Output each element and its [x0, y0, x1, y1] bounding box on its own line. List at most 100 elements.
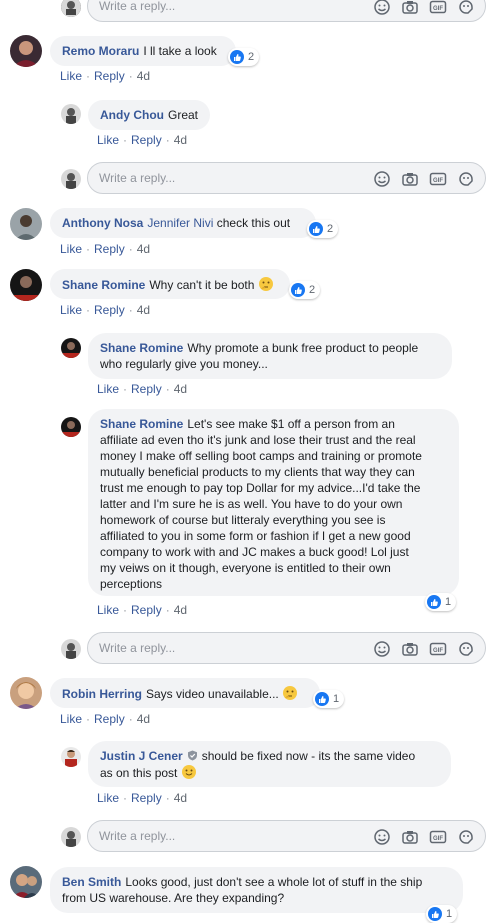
comment-author[interactable]: Remo Moraru — [62, 44, 139, 58]
comment-author[interactable]: Anthony Nosa — [62, 216, 143, 230]
thinking-emoji-icon — [282, 685, 298, 701]
avatar[interactable] — [61, 747, 81, 767]
reaction-count[interactable]: 1 — [425, 593, 457, 611]
reply-input[interactable]: Write a reply... GIF — [87, 632, 486, 664]
my-avatar — [61, 169, 81, 189]
like-link[interactable]: Like — [60, 242, 82, 256]
comment-text: from US warehouse. Are they expanding? — [62, 891, 285, 905]
timestamp[interactable]: 4d — [137, 242, 150, 256]
reaction-number: 2 — [309, 284, 316, 296]
camera-icon[interactable] — [401, 0, 419, 16]
comment-author[interactable]: Andy Chou — [100, 108, 164, 122]
comment-text: Says video unavailable... — [146, 687, 279, 701]
my-avatar — [61, 0, 81, 17]
like-link[interactable]: Like — [60, 712, 82, 726]
like-link[interactable]: Like — [60, 69, 82, 83]
gif-icon[interactable]: GIF — [429, 828, 447, 846]
comment-actions: Like · Reply · 4d — [97, 382, 188, 396]
like-link[interactable]: Like — [97, 603, 119, 617]
reaction-count[interactable]: 2 — [228, 48, 260, 66]
avatar[interactable] — [10, 269, 42, 301]
avatar[interactable] — [10, 677, 42, 709]
reaction-count[interactable]: 2 — [289, 281, 321, 299]
reply-input[interactable]: Write a reply... GIF — [87, 162, 486, 194]
reply-link[interactable]: Reply — [131, 382, 162, 396]
like-icon — [230, 50, 244, 64]
gif-icon[interactable]: GIF — [429, 0, 447, 16]
camera-icon[interactable] — [401, 170, 419, 188]
reply-link[interactable]: Reply — [131, 791, 162, 805]
comment-actions: Like · Reply · 4d — [97, 791, 188, 805]
reaction-number: 1 — [446, 908, 453, 920]
reply-link[interactable]: Reply — [94, 242, 125, 256]
timestamp[interactable]: 4d — [137, 69, 150, 83]
like-link[interactable]: Like — [97, 133, 119, 147]
mention-link[interactable]: Jennifer Nivi — [147, 216, 213, 230]
camera-icon[interactable] — [401, 828, 419, 846]
timestamp[interactable]: 4d — [137, 303, 150, 317]
avatar[interactable] — [61, 104, 81, 124]
comment-author[interactable]: Shane Romine — [62, 278, 145, 292]
comment-author[interactable]: Shane Romine — [100, 417, 183, 431]
camera-icon[interactable] — [401, 640, 419, 658]
svg-text:GIF: GIF — [433, 836, 443, 842]
reply-link[interactable]: Reply — [131, 603, 162, 617]
comment-author[interactable]: Justin J Cener — [100, 749, 183, 763]
reaction-count[interactable]: 1 — [426, 905, 458, 923]
verified-shield-icon — [187, 749, 198, 761]
comment-text: Why promote a bunk free product to peopl… — [187, 341, 419, 355]
avatar[interactable] — [10, 35, 42, 67]
avatar[interactable] — [61, 338, 81, 358]
svg-text:GIF: GIF — [433, 6, 443, 12]
sticker-icon[interactable] — [457, 828, 475, 846]
my-avatar — [61, 639, 81, 659]
comment-bubble: Justin J Cener should be fixed now - its … — [88, 741, 451, 787]
emoji-icon[interactable] — [373, 640, 391, 658]
reply-input[interactable]: Write a reply... GIF — [87, 0, 486, 22]
comment-text: company to work with and JC makes a buck… — [100, 545, 409, 559]
timestamp[interactable]: 4d — [174, 791, 187, 805]
reply-link[interactable]: Reply — [94, 303, 125, 317]
avatar[interactable] — [61, 417, 81, 437]
comment-author[interactable]: Robin Herring — [62, 687, 142, 701]
sticker-icon[interactable] — [457, 640, 475, 658]
like-link[interactable]: Like — [97, 382, 119, 396]
sticker-icon[interactable] — [457, 0, 475, 16]
reaction-count[interactable]: 1 — [313, 690, 345, 708]
emoji-icon[interactable] — [373, 0, 391, 16]
gif-icon[interactable]: GIF — [429, 170, 447, 188]
svg-text:GIF: GIF — [433, 648, 443, 654]
comment-author[interactable]: Ben Smith — [62, 875, 121, 889]
comment-actions: Like · Reply · 4d — [97, 603, 188, 617]
comment-actions: Like · Reply · 4d — [60, 242, 151, 256]
comment-bubble: Shane Romine Why promote a bunk free prod… — [88, 333, 452, 379]
reply-icons: GIF — [373, 0, 475, 16]
timestamp[interactable]: 4d — [137, 712, 150, 726]
reaction-count[interactable]: 2 — [307, 220, 339, 238]
timestamp[interactable]: 4d — [174, 382, 187, 396]
emoji-icon[interactable] — [373, 170, 391, 188]
reply-link[interactable]: Reply — [131, 133, 162, 147]
reply-link[interactable]: Reply — [94, 712, 125, 726]
svg-text:GIF: GIF — [433, 178, 443, 184]
avatar[interactable] — [10, 866, 42, 898]
smile-emoji-icon — [181, 764, 197, 780]
like-link[interactable]: Like — [60, 303, 82, 317]
like-link[interactable]: Like — [97, 791, 119, 805]
comment-author[interactable]: Shane Romine — [100, 341, 183, 355]
gif-icon[interactable]: GIF — [429, 640, 447, 658]
reply-input[interactable]: Write a reply... GIF — [87, 820, 486, 852]
like-icon — [291, 283, 305, 297]
reply-link[interactable]: Reply — [94, 69, 125, 83]
comment-text: mutually beneficial products to my clien… — [100, 465, 415, 479]
avatar[interactable] — [10, 208, 42, 240]
emoji-icon[interactable] — [373, 828, 391, 846]
comment-text: affiliate ad even tho it's junk and lose… — [100, 433, 416, 447]
timestamp[interactable]: 4d — [174, 133, 187, 147]
sticker-icon[interactable] — [457, 170, 475, 188]
comment-text: should be fixed now - its the same video — [201, 749, 416, 763]
timestamp[interactable]: 4d — [174, 603, 187, 617]
comment-text: homework of course but litteraly everyth… — [100, 513, 386, 527]
comment-bubble: Robin Herring Says video unavailable... — [50, 678, 320, 708]
reply-placeholder: Write a reply... — [99, 829, 176, 843]
